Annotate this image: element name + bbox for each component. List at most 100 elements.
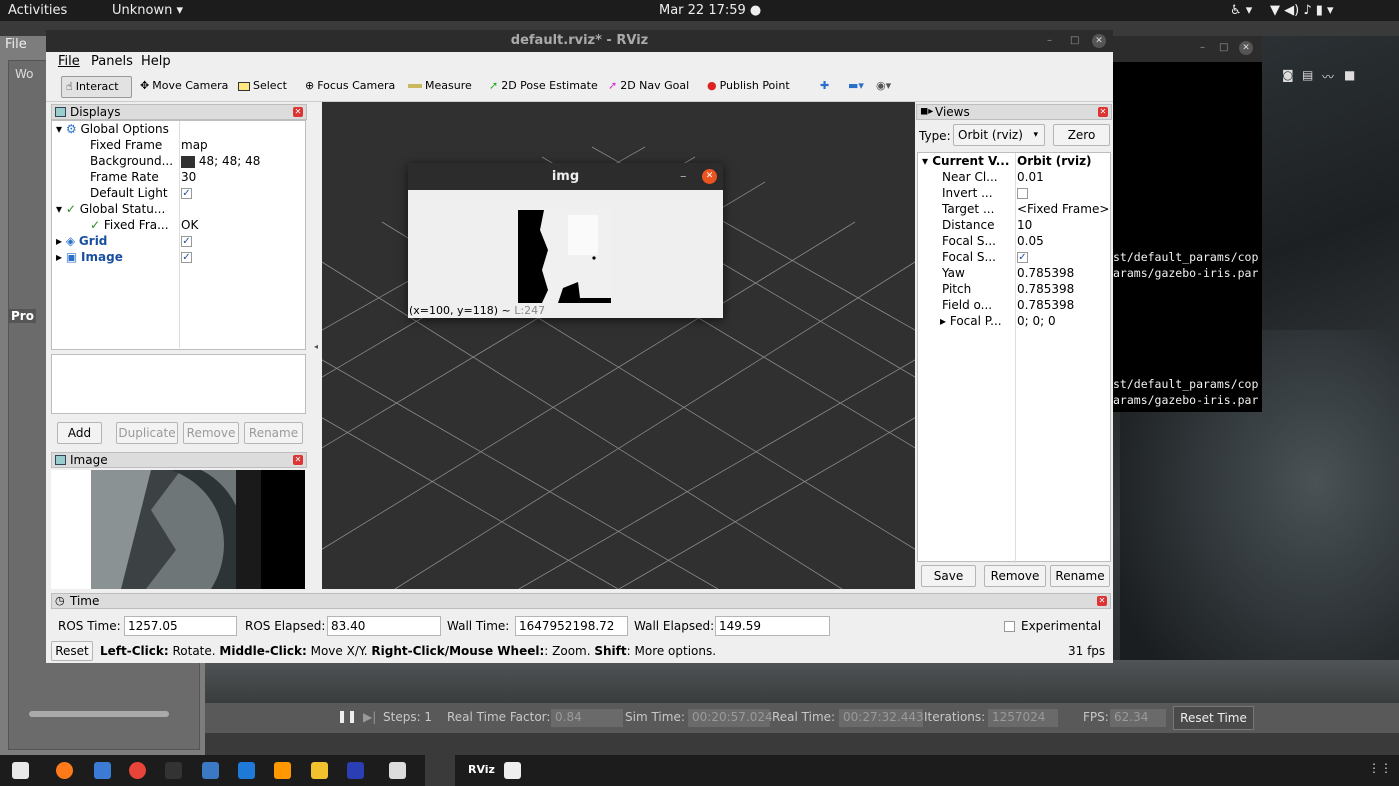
menu-help[interactable]: Help <box>141 54 171 69</box>
tree-row-current-view[interactable]: ▾ Current V... <box>922 153 1009 169</box>
wall-elapsed-field[interactable]: 149.59 <box>715 616 830 636</box>
expand-icon[interactable]: ▸ <box>56 250 62 264</box>
terminal-icon[interactable] <box>165 762 182 779</box>
minimize-icon[interactable]: – <box>680 163 687 190</box>
sublime-icon[interactable] <box>274 762 291 779</box>
close-icon[interactable]: ✕ <box>1092 34 1106 48</box>
image-panel-title[interactable]: Image ✕ <box>51 452 307 468</box>
yaw-value[interactable]: 0.785398 <box>1017 265 1074 281</box>
menu-panels[interactable]: Panels <box>91 54 133 69</box>
expand-icon[interactable]: ▾ <box>56 202 62 216</box>
background-value[interactable]: 48; 48; 48 <box>181 153 260 169</box>
step-icon[interactable]: ▶| <box>363 710 376 724</box>
rename-view-button[interactable]: Rename <box>1050 565 1110 587</box>
depth-image[interactable] <box>518 210 611 303</box>
target-frame-value[interactable]: <Fixed Frame> <box>1017 201 1109 217</box>
background-file-menu[interactable]: File <box>5 37 27 52</box>
tool-focus-camera[interactable]: ⊕ Focus Camera <box>301 76 399 98</box>
text-editor-icon[interactable] <box>94 762 111 779</box>
remove-view-button[interactable]: Remove <box>984 565 1046 587</box>
add-display-button[interactable]: Add <box>57 422 102 444</box>
tool-interact[interactable]: ☝ Interact <box>61 76 132 98</box>
terminal-window[interactable]: – □ ✕ st/default_params/cop arams/gazebo… <box>1113 36 1262 412</box>
distance-value[interactable]: 10 <box>1017 217 1032 233</box>
tree-row-image[interactable]: ▸ ▣ Image <box>56 249 123 265</box>
expand-icon[interactable]: ▾ <box>922 154 928 168</box>
wall-time-field[interactable]: 1647952198.72 <box>515 616 628 636</box>
checkbox-checked[interactable]: ✓ <box>181 236 192 247</box>
checkbox-checked[interactable]: ✓ <box>181 252 192 263</box>
screenshot-icon[interactable]: ◙ <box>1282 68 1294 82</box>
default-light-checkbox[interactable]: ✓ <box>181 185 192 201</box>
maximize-icon[interactable]: □ <box>1219 42 1228 53</box>
save-view-button[interactable]: Save <box>921 565 976 587</box>
close-icon[interactable]: ✕ <box>293 455 303 465</box>
network-icon[interactable]: ▼ ◀) ♪ ▮ ▾ <box>1270 3 1334 18</box>
remove-tool-button[interactable]: ▬▾ <box>844 76 868 98</box>
app-icon[interactable] <box>389 762 406 779</box>
minimize-icon[interactable]: – <box>1200 42 1205 53</box>
clock[interactable]: Mar 22 17:59 ● <box>659 3 761 18</box>
checkbox-unchecked[interactable] <box>1017 188 1028 199</box>
maximize-icon[interactable]: □ <box>1070 30 1079 52</box>
tree-row-focal-point[interactable]: ▸ Focal P... <box>940 313 1002 329</box>
ros-elapsed-field[interactable]: 83.40 <box>327 616 441 636</box>
tree-row-fixed-frame-status[interactable]: ✓ Fixed Fra... <box>90 217 169 233</box>
reset-button[interactable]: Reset <box>51 641 93 661</box>
steps-label[interactable]: Steps: 1 <box>383 710 432 724</box>
near-clip-value[interactable]: 0.01 <box>1017 169 1044 185</box>
tree-row-grid[interactable]: ▸ ◈ Grid <box>56 233 107 249</box>
tree-row-global-options[interactable]: ▾ ⚙ Global Options <box>56 121 169 137</box>
reset-time-button[interactable]: Reset Time <box>1173 706 1254 730</box>
files-icon[interactable] <box>12 762 29 779</box>
checkbox-checked[interactable]: ✓ <box>181 188 192 199</box>
zero-button[interactable]: Zero <box>1053 124 1110 146</box>
close-icon[interactable]: ✕ <box>702 169 717 184</box>
focal-shape-fixed-checkbox[interactable]: ✓ <box>1017 249 1028 265</box>
tool-measure[interactable]: Measure <box>404 76 476 98</box>
focal-shape-size-value[interactable]: 0.05 <box>1017 233 1044 249</box>
image-checkbox[interactable]: ✓ <box>181 249 192 265</box>
tool-pose-estimate[interactable]: ➚ 2D Pose Estimate <box>485 76 602 98</box>
pitch-value[interactable]: 0.785398 <box>1017 281 1074 297</box>
plot-icon[interactable]: 〰 <box>1322 68 1334 85</box>
firefox-icon[interactable] <box>56 762 73 779</box>
minimize-icon[interactable]: – <box>1047 30 1052 52</box>
fixed-frame-value[interactable]: map <box>181 137 208 153</box>
rename-display-button[interactable]: Rename <box>244 422 303 444</box>
chrome-icon[interactable] <box>129 762 146 779</box>
video-icon[interactable]: ■ <box>1344 68 1355 82</box>
image-viewer-icon[interactable] <box>504 762 521 779</box>
accessibility-icon[interactable]: ♿ ▾ <box>1230 3 1252 18</box>
checkbox-checked[interactable]: ✓ <box>1017 252 1028 263</box>
ros-time-field[interactable]: 1257.05 <box>124 616 237 636</box>
scrollbar[interactable] <box>29 711 169 717</box>
kile-icon[interactable] <box>347 762 364 779</box>
app-grid-icon[interactable]: ⋮⋮ <box>1368 761 1392 775</box>
color-swatch[interactable] <box>181 155 195 168</box>
frame-rate-value[interactable]: 30 <box>181 169 196 185</box>
time-panel-title[interactable]: ◷ Time ✕ <box>51 593 1111 609</box>
views-tree[interactable]: ▾ Current V... Orbit (rviz) Near Cl... 0… <box>917 152 1111 563</box>
notes-icon[interactable] <box>202 762 219 779</box>
grid-checkbox[interactable]: ✓ <box>181 233 192 249</box>
log-icon[interactable]: ▤ <box>1302 68 1313 82</box>
duplicate-display-button[interactable]: Duplicate <box>116 422 178 444</box>
tool-move-camera[interactable]: ✥ Move Camera <box>136 76 232 98</box>
add-tool-button[interactable]: ✚ <box>816 76 833 98</box>
tool-nav-goal[interactable]: ➚ 2D Nav Goal <box>604 76 693 98</box>
expand-icon[interactable]: ▸ <box>56 234 62 248</box>
terminal-output[interactable]: st/default_params/cop arams/gazebo-iris.… <box>1113 62 1262 412</box>
slack-icon[interactable] <box>311 762 328 779</box>
tool-select[interactable]: Select <box>234 76 291 98</box>
menu-file[interactable]: File <box>58 54 80 69</box>
close-icon[interactable]: ✕ <box>1239 41 1253 55</box>
checkbox-unchecked[interactable] <box>1004 621 1015 632</box>
field-of-view-value[interactable]: 0.785398 <box>1017 297 1074 313</box>
close-icon[interactable]: ✕ <box>1097 596 1107 606</box>
tool-publish-point[interactable]: ● Publish Point <box>703 76 794 98</box>
img-window[interactable]: img – ✕ (x=100, y=118) ~ L:247 <box>408 163 723 318</box>
focal-point-value[interactable]: 0; 0; 0 <box>1017 313 1056 329</box>
pause-button[interactable]: ❚❚ <box>337 709 357 723</box>
close-icon[interactable]: ✕ <box>293 107 303 117</box>
